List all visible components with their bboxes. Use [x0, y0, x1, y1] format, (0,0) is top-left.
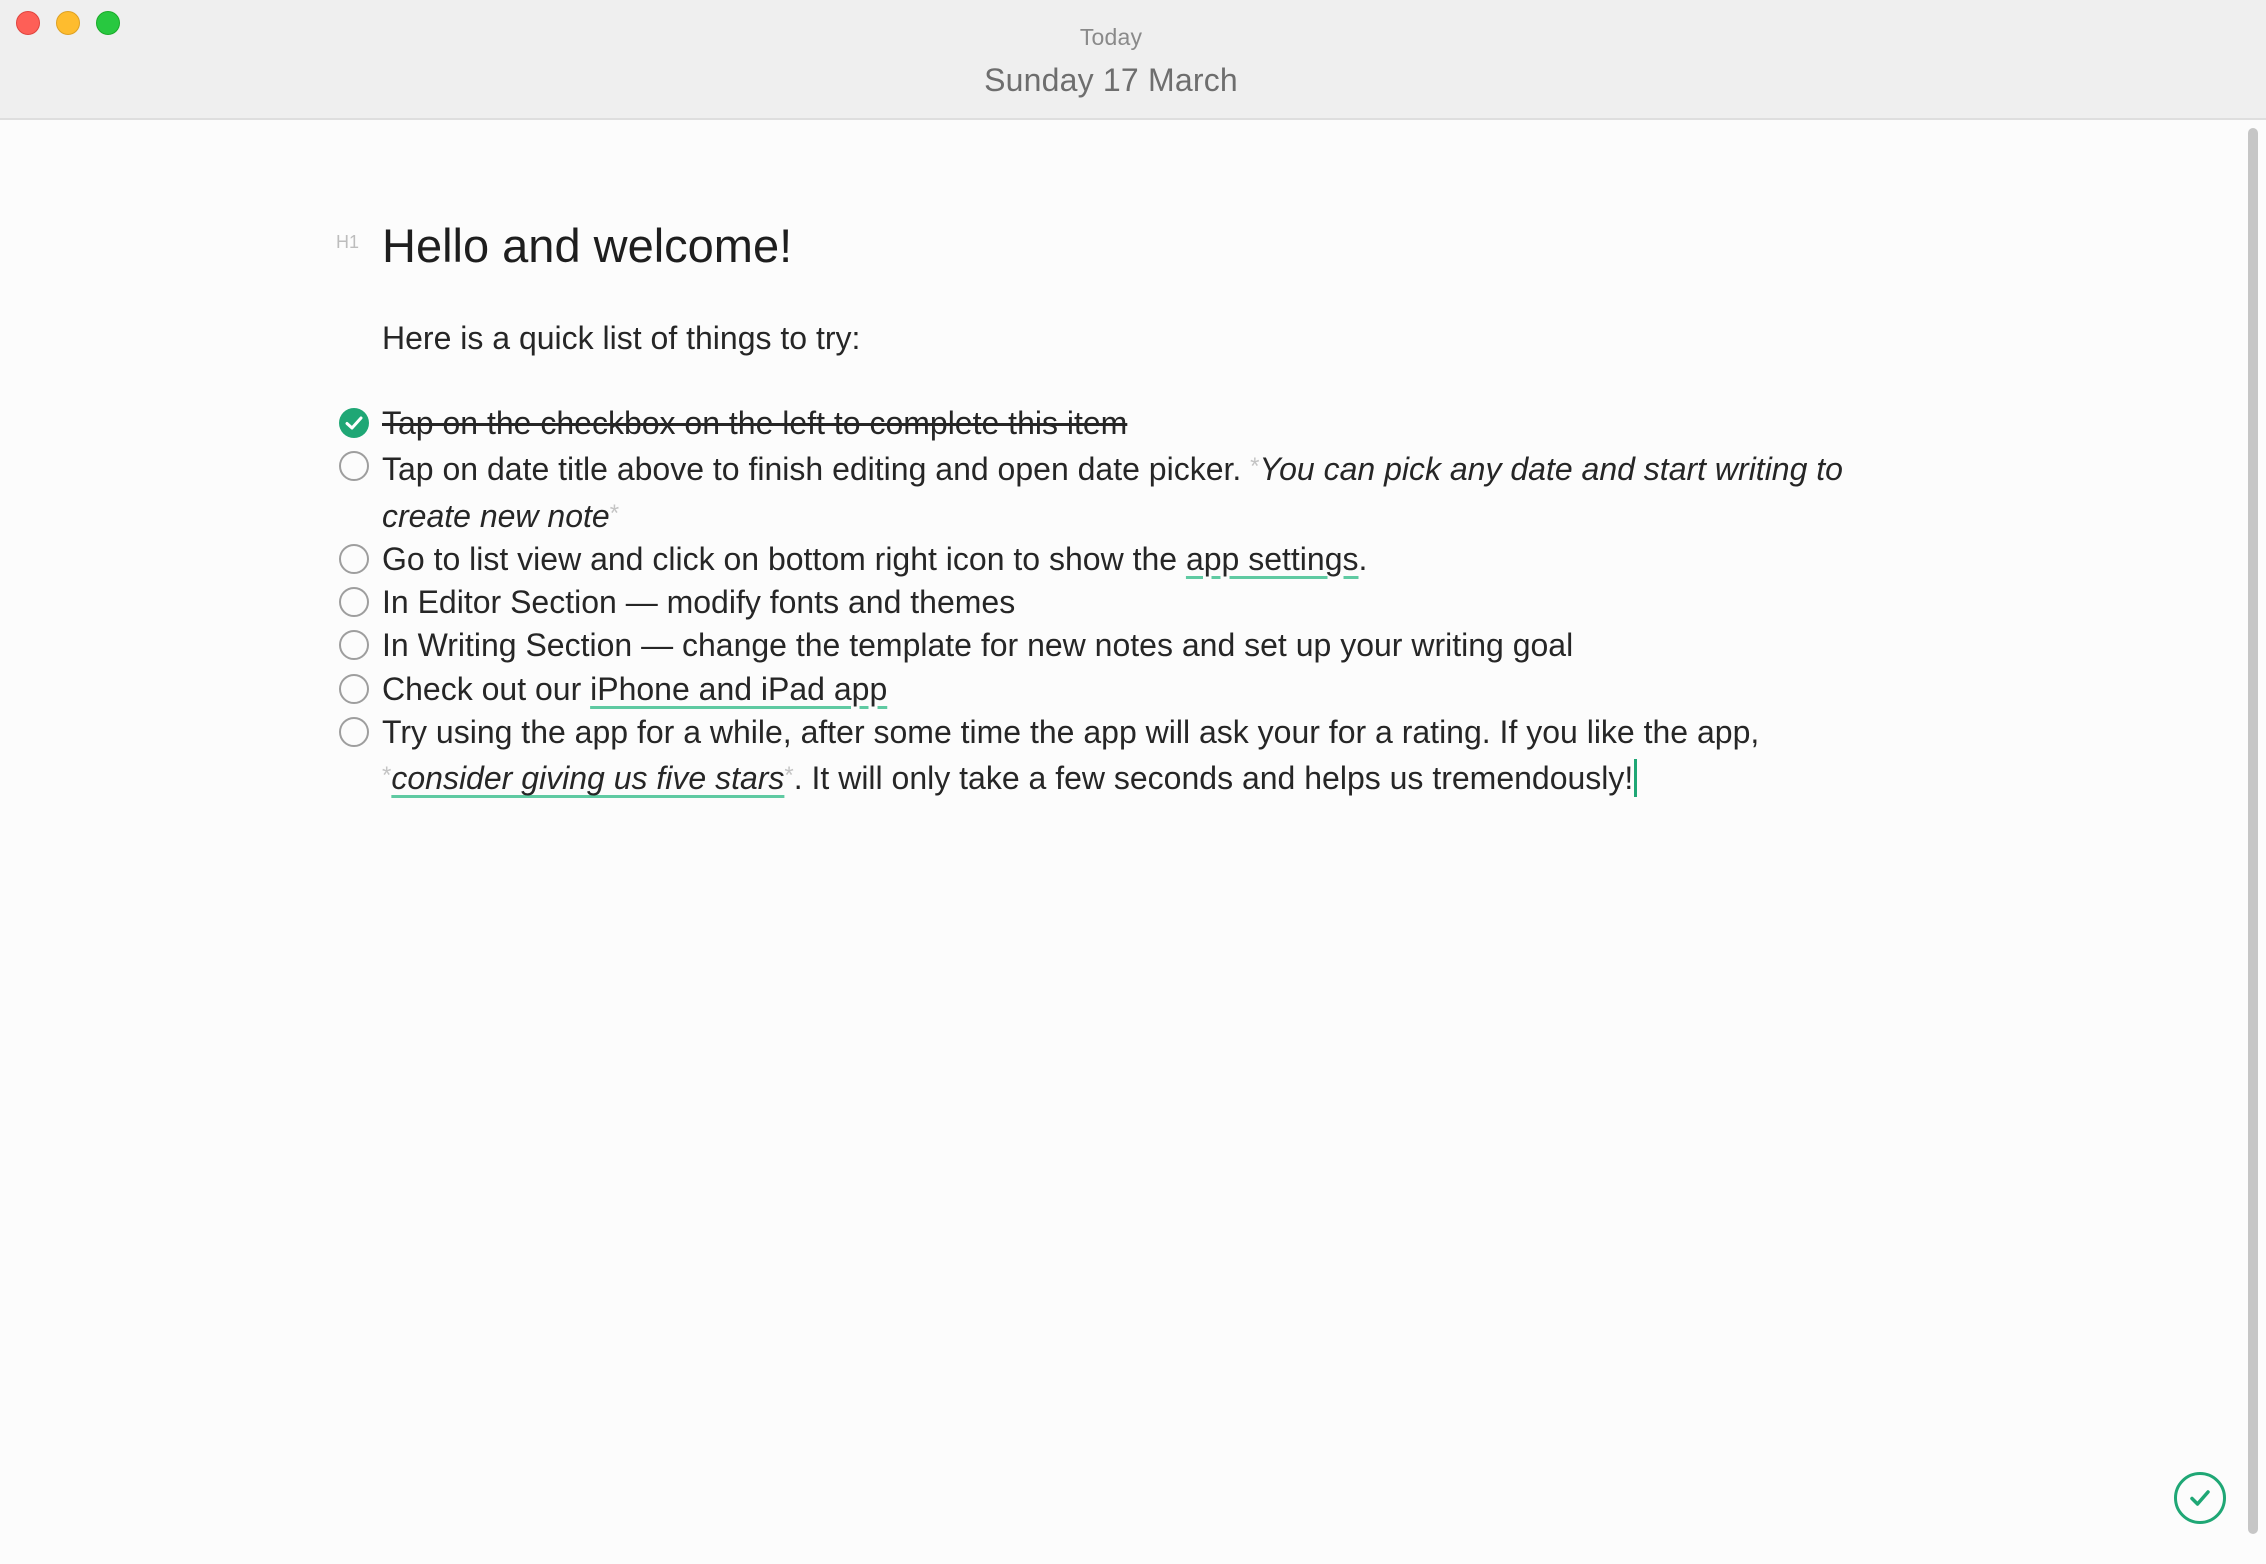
- todo-text[interactable]: Tap on the checkbox on the left to compl…: [382, 405, 1127, 441]
- unchecked-checkbox-icon[interactable]: [339, 587, 369, 618]
- todo-text[interactable]: In Editor Section — modify fonts and the…: [382, 584, 1015, 620]
- unchecked-checkbox-icon[interactable]: [339, 630, 369, 661]
- todo-item[interactable]: In Editor Section — modify fonts and the…: [336, 581, 1916, 624]
- todo-emphasis[interactable]: create new note: [382, 498, 610, 534]
- todo-text[interactable]: Tap on date title above to finish editin…: [382, 451, 1241, 487]
- unchecked-checkbox-icon[interactable]: [339, 673, 369, 704]
- todo-item[interactable]: In Writing Section — change the template…: [336, 624, 1916, 667]
- todo-text[interactable]: Check out our: [382, 671, 590, 707]
- title-bar: Today Sunday 17 March: [0, 0, 2266, 120]
- note-editor[interactable]: H1 Hello and welcome! Here is a quick li…: [0, 120, 2266, 1564]
- unchecked-checkbox-icon[interactable]: [339, 451, 369, 482]
- todo-item[interactable]: Check out our iPhone and iPad app: [336, 668, 1916, 711]
- note-heading[interactable]: Hello and welcome!: [382, 218, 792, 273]
- todo-emphasis[interactable]: You can pick any date and start writing …: [1260, 451, 1843, 487]
- heading-marker: H1: [336, 232, 360, 252]
- date-title[interactable]: Sunday 17 March: [0, 62, 2222, 99]
- checked-checkbox-icon[interactable]: [339, 408, 369, 438]
- markdown-marker: *: [784, 762, 794, 790]
- app-window: Today Sunday 17 March H1 Hello and welco…: [0, 0, 2266, 1564]
- todo-item[interactable]: Tap on the checkbox on the left to compl…: [336, 402, 1916, 445]
- todo-list: Tap on the checkbox on the left to compl…: [336, 402, 1916, 801]
- done-button[interactable]: [2174, 1472, 2226, 1524]
- todo-text[interactable]: Go to list view and click on bottom righ…: [382, 541, 1186, 577]
- markdown-marker: *: [382, 762, 392, 790]
- vertical-scrollbar[interactable]: [2248, 128, 2258, 1534]
- todo-text[interactable]: .: [1359, 541, 1368, 577]
- todo-item[interactable]: Tap on date title above to finish editin…: [336, 445, 1916, 538]
- unchecked-checkbox-icon[interactable]: [339, 717, 369, 748]
- text-cursor: [1634, 759, 1638, 798]
- todo-item[interactable]: Go to list view and click on bottom righ…: [336, 538, 1916, 581]
- five-stars-link[interactable]: consider giving us five stars: [391, 760, 784, 796]
- todo-item[interactable]: Try using the app for a while, after som…: [336, 711, 1916, 801]
- intro-paragraph[interactable]: Here is a quick list of things to try:: [382, 320, 860, 357]
- app-settings-link[interactable]: app settings: [1186, 541, 1359, 577]
- today-label: Today: [1079, 24, 1143, 50]
- checkmark-circle-icon: [2190, 1490, 2210, 1506]
- todo-text[interactable]: . It will only take a few seconds and he…: [794, 760, 1634, 796]
- markdown-marker: *: [1250, 453, 1260, 481]
- todo-text[interactable]: In Writing Section — change the template…: [382, 627, 1573, 663]
- todo-text[interactable]: Try using the app for a while, after som…: [382, 714, 1759, 750]
- markdown-marker: *: [609, 499, 620, 527]
- unchecked-checkbox-icon[interactable]: [339, 543, 369, 574]
- iphone-ipad-app-link[interactable]: iPhone and iPad app: [590, 671, 887, 707]
